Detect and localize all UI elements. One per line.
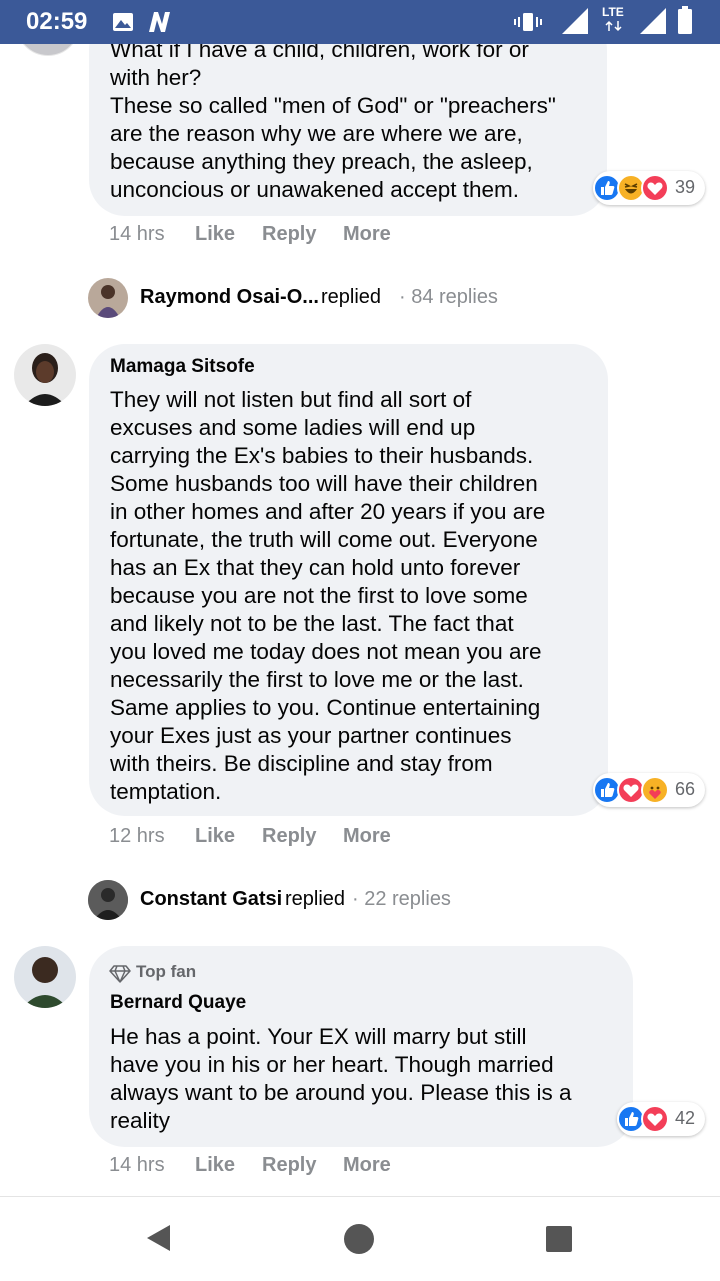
reaction-count: 42 (675, 1108, 696, 1128)
care-icon (641, 776, 669, 804)
reaction-summary[interactable]: 42 (617, 1102, 705, 1136)
comment-time: 14 hrs (109, 1154, 165, 1176)
reply-avatar (88, 278, 128, 318)
reply-action: replied (321, 286, 382, 308)
like-button[interactable]: Like (195, 825, 235, 848)
reaction-summary[interactable]: 66 (593, 773, 705, 807)
comment-actions: 14 hrs Like Reply More (109, 223, 509, 253)
battery-icon (678, 6, 692, 34)
comment-time: 14 hrs (109, 223, 165, 245)
signal-icon (562, 8, 588, 34)
data-arrows-icon (605, 20, 622, 32)
love-icon (641, 1105, 669, 1133)
comment-bubble[interactable]: Top fan Bernard Quaye He has a point. Yo… (89, 946, 633, 1147)
lte-label: LTE (602, 5, 624, 19)
comment-text: They will not listen but find all sort o… (110, 387, 546, 804)
reply-button[interactable]: Reply (262, 825, 316, 848)
comment-author: Bernard Quaye (110, 992, 247, 1013)
status-time: 02:59 (26, 8, 88, 35)
reply-count: · 84 replies (399, 286, 498, 308)
comment-text: What if I have a child, children, work f… (110, 44, 556, 202)
home-icon[interactable] (343, 1223, 375, 1255)
view-replies[interactable]: Constant Gatsi replied · 22 replies (88, 878, 588, 922)
reaction-summary[interactable]: 39 (593, 171, 705, 205)
comment-actions: 14 hrs Like Reply More (109, 1154, 509, 1184)
more-button[interactable]: More (343, 825, 391, 848)
like-button[interactable]: Like (195, 1154, 235, 1177)
recents-icon[interactable] (545, 1225, 573, 1253)
reply-author: Raymond Osai-O... (140, 286, 319, 308)
comment-text: He has a point. Your EX will marry but s… (110, 1024, 572, 1133)
comments-feed[interactable]: What if I have a child, children, work f… (0, 44, 720, 1196)
comment-author: Mamaga Sitsofe (110, 356, 255, 377)
comment-actions: 12 hrs Like Reply More (109, 825, 509, 855)
status-bar: 02:59 LTE (0, 0, 720, 44)
like-button[interactable]: Like (195, 223, 235, 246)
comment-bubble[interactable]: Mamaga Sitsofe They will not listen but … (89, 344, 608, 816)
image-icon (113, 13, 133, 31)
view-replies[interactable]: Raymond Osai-O... replied · 84 replies (88, 276, 588, 320)
reply-count: · 22 replies (352, 888, 451, 910)
comment-bubble[interactable]: What if I have a child, children, work f… (89, 44, 607, 216)
n-app-icon (149, 12, 170, 32)
avatar[interactable] (14, 946, 76, 1008)
reaction-count: 66 (675, 779, 696, 799)
avatar[interactable] (14, 344, 76, 406)
top-fan-badge: Top fan (136, 962, 197, 981)
more-button[interactable]: More (343, 1154, 391, 1177)
back-icon[interactable] (144, 1223, 174, 1253)
reply-avatar (88, 880, 128, 920)
signal-icon (640, 8, 666, 34)
reply-button[interactable]: Reply (262, 223, 316, 246)
avatar[interactable] (16, 44, 80, 56)
diamond-icon (109, 965, 131, 983)
reaction-count: 39 (675, 177, 696, 197)
reply-button[interactable]: Reply (262, 1154, 316, 1177)
navigation-bar (0, 1196, 720, 1281)
more-button[interactable]: More (343, 223, 391, 246)
love-icon (641, 174, 669, 202)
reply-author: Constant Gatsi (140, 888, 283, 910)
vibrate-icon (514, 13, 542, 31)
comment-time: 12 hrs (109, 825, 165, 847)
reply-action: replied (285, 888, 346, 910)
